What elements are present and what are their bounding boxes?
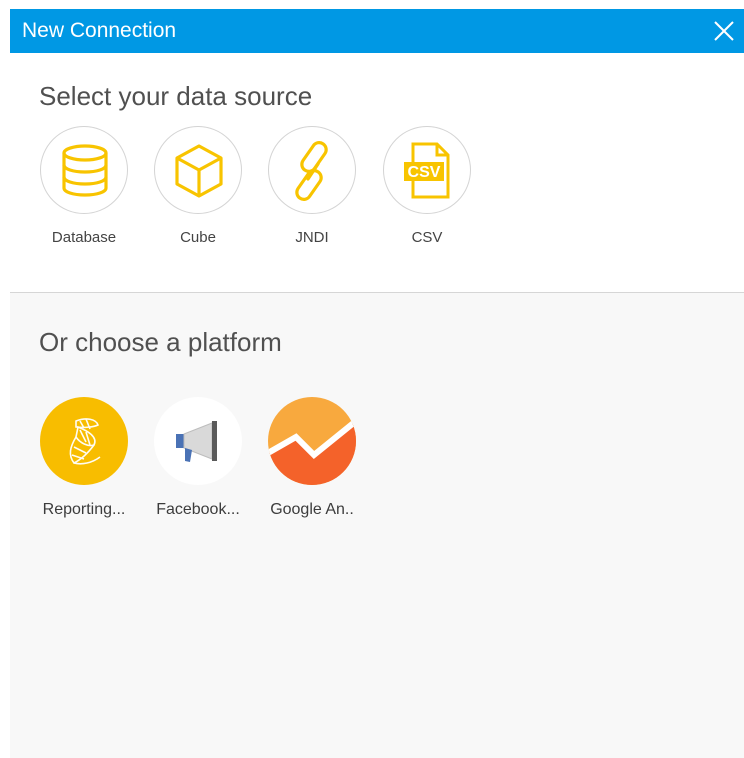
jndi-option[interactable]: JNDI xyxy=(266,126,358,247)
sql-server-reporting-icon xyxy=(69,418,101,465)
reporting-platform-circle xyxy=(40,397,128,485)
reporting-platform-label: Reporting... xyxy=(42,501,126,518)
platform-section: Or choose a platform Reporting... Facebo… xyxy=(10,293,744,758)
google-analytics-icon xyxy=(268,418,356,485)
google-analytics-platform-option[interactable]: Google An.. xyxy=(266,397,358,519)
google-analytics-platform-circle xyxy=(268,397,356,485)
cube-option-label: Cube xyxy=(180,229,216,246)
jndi-option-label: JNDI xyxy=(295,229,329,246)
csv-option-circle: CSV xyxy=(383,126,471,214)
csv-file-icon: CSV xyxy=(404,142,450,199)
cube-icon xyxy=(175,144,223,198)
cube-option[interactable]: Cube xyxy=(152,126,244,247)
database-option[interactable]: Database xyxy=(38,126,130,247)
platform-heading: Or choose a platform xyxy=(39,327,282,357)
cube-option-circle xyxy=(154,126,242,214)
database-option-label: Database xyxy=(51,229,117,246)
csv-option[interactable]: CSV CSV xyxy=(381,126,473,247)
data-source-heading: Select your data source xyxy=(39,81,313,111)
jndi-option-circle xyxy=(268,126,356,214)
data-source-section: Select your data source Database Cube JN… xyxy=(10,53,744,292)
close-icon[interactable] xyxy=(712,19,736,43)
new-connection-dialog: New Connection Select your data source D… xyxy=(10,9,744,758)
facebook-platform-circle xyxy=(154,397,242,485)
dialog-title: New Connection xyxy=(22,19,177,42)
database-icon xyxy=(62,144,108,197)
chain-link-icon xyxy=(295,141,328,201)
csv-icon-text: CSV xyxy=(408,164,441,181)
megaphone-icon xyxy=(176,421,217,462)
database-option-circle xyxy=(40,126,128,214)
csv-option-label: CSV xyxy=(411,229,443,246)
dialog-titlebar: New Connection xyxy=(10,9,744,53)
reporting-platform-option[interactable]: Reporting... xyxy=(38,397,130,519)
google-analytics-platform-label: Google An.. xyxy=(270,501,354,518)
facebook-platform-label: Facebook... xyxy=(156,501,240,518)
facebook-platform-option[interactable]: Facebook... xyxy=(152,397,244,519)
